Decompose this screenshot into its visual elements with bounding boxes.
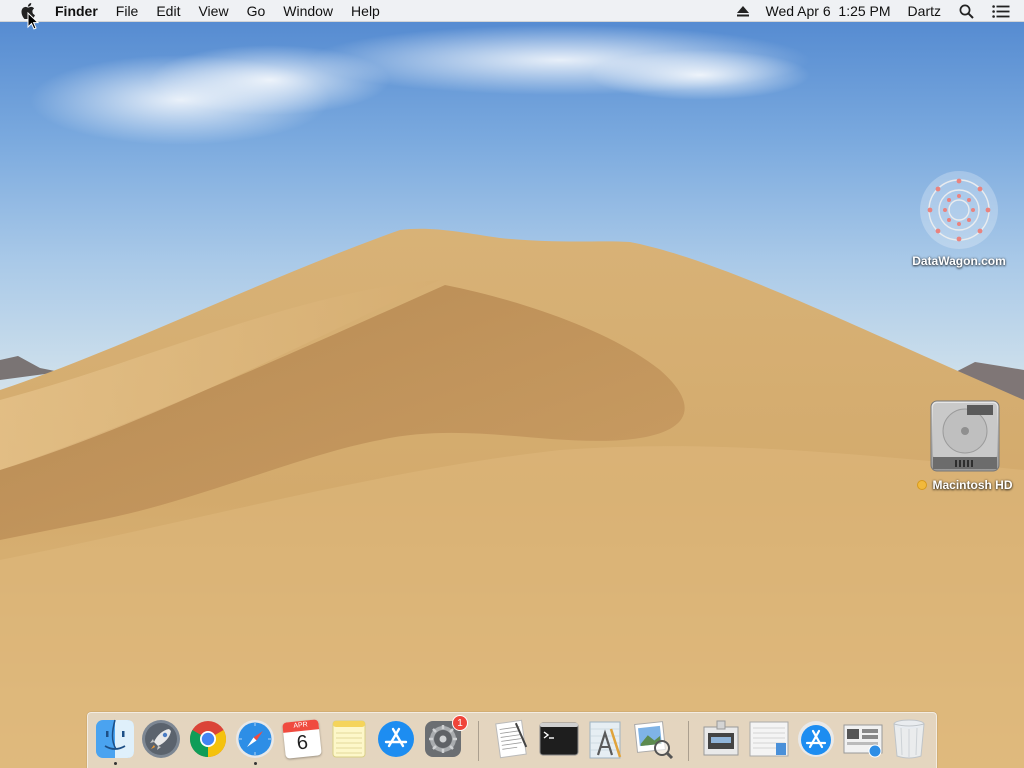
eject-icon[interactable]: [728, 0, 758, 22]
datawagon-logo-icon: [917, 168, 1001, 252]
calendar-icon: APR 6: [282, 719, 322, 759]
calendar-day: 6: [295, 731, 310, 755]
desktop-wallpaper: [0, 0, 1024, 768]
dock-separator: [688, 721, 689, 761]
safari-compass-icon: [236, 720, 274, 758]
desktop-icon-label: DataWagon.com: [912, 254, 1006, 268]
notification-center-icon[interactable]: [983, 0, 1024, 22]
desktop-icon-label: Macintosh HD: [917, 478, 1013, 492]
macintosh-hd-label: Macintosh HD: [932, 478, 1013, 492]
notification-badge: 1: [452, 715, 468, 731]
dock-system-information[interactable]: [842, 718, 884, 760]
dock-preview[interactable]: [632, 718, 674, 760]
menu-edit[interactable]: Edit: [147, 0, 189, 22]
finder-icon: [96, 719, 134, 758]
screenshot-stack-icon: [703, 720, 739, 756]
dock: APR 6 1: [87, 712, 937, 768]
dock-safari[interactable]: [234, 718, 276, 760]
menu-file[interactable]: File: [107, 0, 148, 22]
user-menu[interactable]: Dartz: [899, 0, 950, 22]
dock-system-preferences[interactable]: 1: [422, 715, 468, 760]
dock-launchpad[interactable]: [140, 718, 182, 760]
desktop-icon-datawagon[interactable]: DataWagon.com: [900, 168, 1018, 268]
chrome-icon: [189, 721, 227, 757]
dock-textedit[interactable]: [490, 718, 532, 760]
running-indicator: [114, 762, 117, 765]
menu-view[interactable]: View: [189, 0, 237, 22]
script-editor-icon: [589, 721, 622, 759]
dock-separator: [478, 721, 479, 761]
dock-finder[interactable]: [94, 718, 136, 760]
menu-help[interactable]: Help: [342, 0, 389, 22]
trash-icon: [893, 719, 925, 759]
hard-drive-icon: [925, 396, 1005, 476]
running-indicator: [254, 762, 257, 765]
menu-finder[interactable]: Finder: [53, 0, 107, 22]
mojave-dune-image: [0, 25, 1024, 768]
launchpad-rocket-icon: [142, 720, 180, 758]
menu-window[interactable]: Window: [274, 0, 342, 22]
menu-go[interactable]: Go: [238, 0, 275, 22]
dock-screenshot-stack[interactable]: [700, 718, 742, 760]
documents-stack-icon: [749, 721, 789, 757]
app-store-icon: [378, 721, 414, 757]
dock-terminal[interactable]: [538, 718, 580, 760]
spotlight-search-icon[interactable]: [950, 0, 983, 22]
app-store-downloads-icon: [798, 721, 834, 757]
mouse-pointer-icon: [27, 11, 40, 35]
menu-bar: Finder File Edit View Go Window Help Wed…: [0, 0, 1024, 22]
textedit-icon: [495, 719, 528, 759]
dock-script-editor[interactable]: [585, 718, 627, 760]
dock-notes[interactable]: [328, 718, 370, 760]
dock-trash[interactable]: [888, 718, 930, 760]
dock-documents-stack[interactable]: [748, 718, 790, 760]
dock-app-store-downloads[interactable]: [795, 718, 837, 760]
preview-icon: [634, 721, 674, 759]
terminal-icon: [539, 722, 579, 756]
menu-bar-clock[interactable]: Wed Apr 6 1:25 PM: [758, 0, 899, 22]
desktop-icon-macintosh-hd[interactable]: Macintosh HD: [906, 396, 1024, 492]
dock-calendar[interactable]: APR 6: [281, 718, 323, 760]
dock-app-store[interactable]: [375, 718, 417, 760]
orange-tag-icon: [917, 480, 928, 490]
system-information-icon: [843, 724, 883, 758]
notes-icon: [332, 720, 366, 758]
dock-google-chrome[interactable]: [187, 718, 229, 760]
